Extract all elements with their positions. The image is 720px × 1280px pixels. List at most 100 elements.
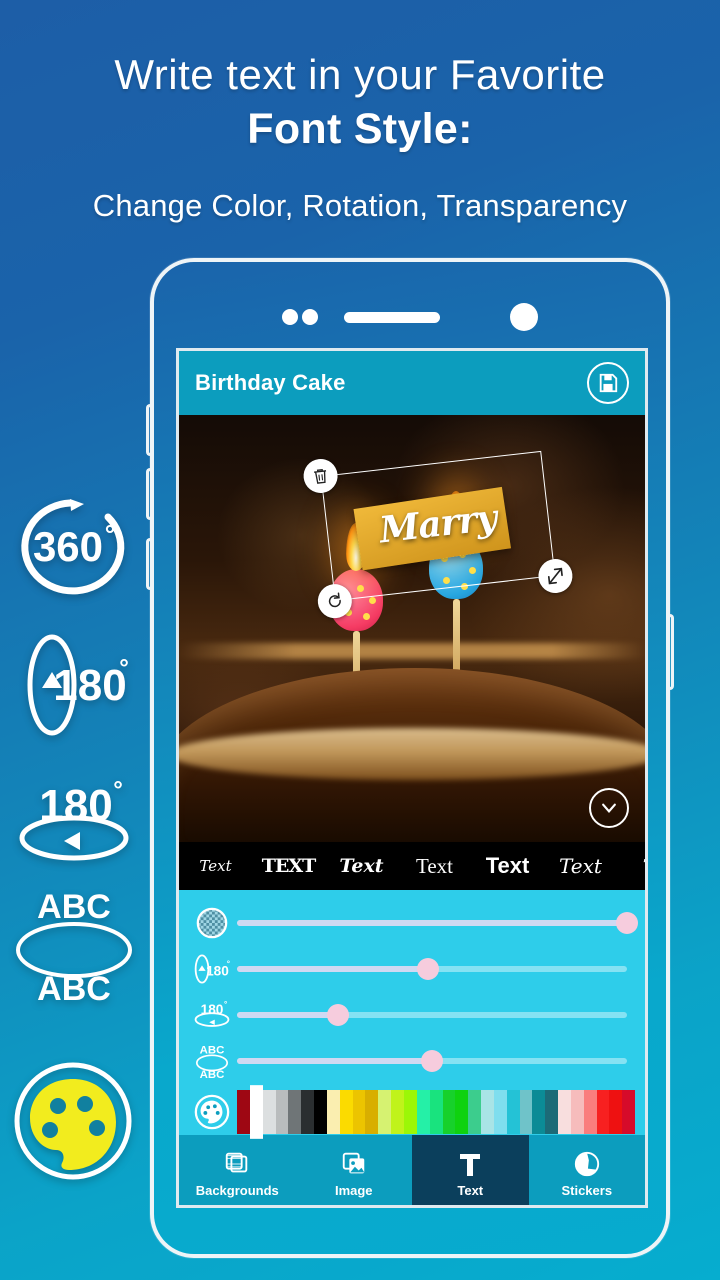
font-option[interactable]: Text xyxy=(179,857,252,875)
svg-text:°: ° xyxy=(119,655,129,682)
controls-panel: 180 ° 180 ° ABC ABC xyxy=(179,890,645,1139)
svg-text:180: 180 xyxy=(39,781,112,830)
text-t-icon xyxy=(457,1149,483,1179)
color-swatch[interactable] xyxy=(455,1090,469,1134)
slider-row-rotation-vertical: 180 ° xyxy=(179,946,645,992)
palette-brush-icon[interactable] xyxy=(187,1089,237,1135)
font-option[interactable]: Text xyxy=(544,854,617,878)
page-title: Birthday Cake xyxy=(195,370,346,395)
color-swatch[interactable] xyxy=(301,1090,315,1134)
rotation-vertical-slider[interactable] xyxy=(237,958,627,980)
rotation-horizontal-slider[interactable] xyxy=(237,1004,627,1026)
color-swatch[interactable] xyxy=(378,1090,392,1134)
nav-item-image[interactable]: Image xyxy=(296,1135,413,1205)
sensor-dot-icon xyxy=(282,309,298,325)
color-swatch[interactable] xyxy=(275,1090,289,1134)
bottom-nav: Backgrounds Image Text Stickers xyxy=(179,1135,646,1205)
font-option[interactable]: Text xyxy=(398,854,471,879)
background-blur-bar xyxy=(179,643,645,659)
nav-label: Text xyxy=(457,1182,484,1198)
svg-text:ABC: ABC xyxy=(37,970,111,1008)
flip-horizontal-180-icon: 180 ° xyxy=(10,776,140,868)
expand-button[interactable] xyxy=(589,788,629,828)
color-swatch[interactable] xyxy=(481,1090,494,1134)
color-swatch[interactable] xyxy=(442,1090,456,1134)
phone-button-volume-up[interactable] xyxy=(146,404,154,456)
slider-fill xyxy=(237,1012,339,1018)
headline-block: Write text in your Favorite Font Style: … xyxy=(0,52,720,224)
font-option[interactable]: TEXT xyxy=(252,855,325,877)
sticker-icon xyxy=(573,1149,601,1179)
color-swatch[interactable] xyxy=(352,1090,366,1134)
nav-label: Backgrounds xyxy=(195,1182,279,1198)
editor-canvas[interactable]: Marry xyxy=(179,415,645,842)
slider-row-text-mirror: ABC ABC xyxy=(179,1038,645,1084)
svg-text:°: ° xyxy=(224,1000,227,1009)
color-swatch[interactable] xyxy=(326,1090,340,1134)
color-swatch[interactable] xyxy=(237,1090,250,1134)
abc-mirror-icon: ABC ABC xyxy=(187,1041,237,1081)
slider-thumb[interactable] xyxy=(417,958,440,980)
flip-vertical-180-icon: 180 ° xyxy=(18,630,136,740)
color-swatch[interactable] xyxy=(609,1090,623,1134)
svg-text:180: 180 xyxy=(206,963,229,978)
color-swatch[interactable] xyxy=(262,1090,276,1134)
color-swatch[interactable] xyxy=(339,1090,353,1134)
sensor-dot-icon xyxy=(302,309,318,325)
slider-fill xyxy=(237,966,429,972)
rotate-360-icon: 360 ° xyxy=(12,495,132,601)
svg-text:180: 180 xyxy=(53,661,126,710)
color-swatch[interactable] xyxy=(365,1090,379,1134)
color-swatch[interactable] xyxy=(403,1090,417,1134)
transparency-slider[interactable] xyxy=(237,912,638,934)
color-swatch[interactable] xyxy=(416,1090,430,1134)
nav-label: Image xyxy=(334,1182,373,1198)
color-swatch[interactable] xyxy=(545,1090,559,1134)
color-picker-row xyxy=(179,1084,645,1140)
phone-screen: Birthday Cake Marry Text TEXT Text Text … xyxy=(176,348,648,1208)
phone-button-power[interactable] xyxy=(666,614,674,690)
nav-item-text[interactable]: Text xyxy=(412,1135,529,1205)
color-swatch[interactable] xyxy=(519,1090,533,1134)
save-button[interactable] xyxy=(587,362,629,404)
slider-thumb[interactable] xyxy=(327,1004,350,1026)
color-swatch[interactable] xyxy=(391,1090,404,1134)
font-style-strip[interactable]: Text TEXT Text Text Text Text Te xyxy=(179,842,645,890)
phone-mockup: Birthday Cake Marry Text TEXT Text Text … xyxy=(146,258,674,1258)
color-swatch[interactable] xyxy=(468,1090,482,1134)
color-swatch-list[interactable] xyxy=(237,1085,636,1139)
resize-diagonal-icon xyxy=(547,567,563,585)
text-mirror-abc-icon: ABC ABC xyxy=(8,884,140,1016)
headline-line-2: Font Style: xyxy=(247,105,473,154)
color-swatch[interactable] xyxy=(314,1090,327,1134)
color-swatch[interactable] xyxy=(493,1090,507,1134)
color-swatch[interactable] xyxy=(596,1090,610,1134)
front-camera xyxy=(510,303,538,331)
nav-label: Stickers xyxy=(561,1182,613,1198)
color-swatch[interactable] xyxy=(506,1090,520,1134)
color-swatch[interactable] xyxy=(622,1090,636,1134)
color-swatch[interactable] xyxy=(583,1090,597,1134)
color-swatch[interactable] xyxy=(288,1090,302,1134)
color-swatch[interactable] xyxy=(532,1090,546,1134)
nav-item-backgrounds[interactable]: Backgrounds xyxy=(179,1135,296,1205)
color-swatch[interactable] xyxy=(429,1090,443,1134)
text-overlay[interactable]: Marry xyxy=(301,450,575,620)
app-bar: Birthday Cake xyxy=(179,351,645,415)
slider-thumb[interactable] xyxy=(421,1050,443,1072)
color-swatch[interactable] xyxy=(570,1090,584,1134)
font-option[interactable]: Text xyxy=(471,853,544,879)
text-mirror-slider[interactable] xyxy=(237,1050,627,1072)
svg-text:ABC: ABC xyxy=(200,1069,225,1080)
phone-button-volume-down[interactable] xyxy=(146,468,154,520)
color-swatch[interactable] xyxy=(558,1090,571,1134)
phone-button-extra[interactable] xyxy=(146,538,154,590)
font-option[interactable]: Te xyxy=(617,856,645,877)
slider-thumb[interactable] xyxy=(616,912,638,934)
color-palette-icon xyxy=(12,1060,134,1182)
color-swatch[interactable] xyxy=(249,1085,263,1139)
checker-circle-icon xyxy=(187,903,237,943)
svg-text:°: ° xyxy=(113,777,123,804)
nav-item-stickers[interactable]: Stickers xyxy=(529,1135,646,1205)
font-option[interactable]: Text xyxy=(325,855,398,877)
